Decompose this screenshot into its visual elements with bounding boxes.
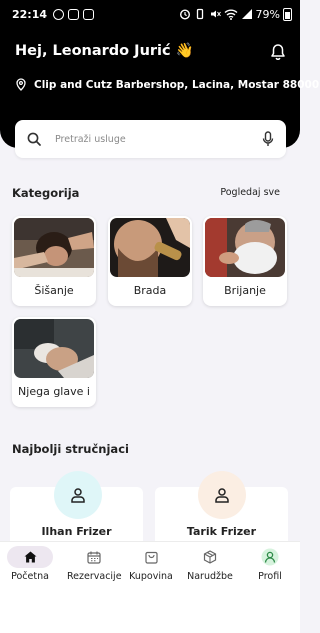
nav-label: Početna xyxy=(11,571,49,582)
battery-icon xyxy=(283,7,292,21)
mute-icon xyxy=(210,10,221,18)
profile-icon xyxy=(261,548,279,566)
nav-item-shopping[interactable]: Kupovina xyxy=(128,546,174,592)
expert-name: Tarik Frizer xyxy=(186,525,257,538)
nav-label: Narudžbe xyxy=(187,571,233,582)
nav-item-orders[interactable]: Narudžbe xyxy=(187,546,233,592)
avatar xyxy=(54,471,102,519)
category-card-scalp-care[interactable]: Njega glave i xyxy=(12,317,96,407)
wifi-icon xyxy=(224,9,238,20)
location-pin-icon xyxy=(16,78,26,91)
box-icon-wrap xyxy=(187,546,233,568)
location-row[interactable]: Clip and Cutz Barbershop, Lacina, Mostar… xyxy=(15,78,319,91)
category-card-shave[interactable]: Brijanje xyxy=(203,216,287,306)
beard-image xyxy=(110,218,190,277)
nav-label: Rezervacije xyxy=(67,571,122,582)
search-input[interactable] xyxy=(55,133,262,145)
notification-icon xyxy=(53,8,65,20)
category-card-haircut[interactable]: Šišanje xyxy=(12,216,96,306)
category-label: Brada xyxy=(133,284,167,297)
nav-item-reservations[interactable]: Rezervacije xyxy=(67,546,122,592)
profile-icon-wrap xyxy=(247,546,293,568)
category-label: Šišanje xyxy=(34,284,74,297)
experts-title: Najbolji stručnjaci xyxy=(12,442,129,456)
nav-label: Kupovina xyxy=(129,571,173,582)
category-label: Brijanje xyxy=(224,284,266,297)
person-icon xyxy=(215,488,229,503)
signal-icon xyxy=(241,9,252,19)
bottom-spacer xyxy=(0,597,300,633)
battery-percent: 79% xyxy=(255,7,280,21)
app-notification-icon xyxy=(68,8,80,20)
bell-icon[interactable] xyxy=(270,43,286,61)
search-bar[interactable] xyxy=(15,120,286,158)
haircut-image xyxy=(14,218,94,277)
shopping-bag-icon-wrap xyxy=(128,546,174,568)
location-text: Clip and Cutz Barbershop, Lacina, Mostar… xyxy=(34,78,320,91)
person-icon xyxy=(71,488,85,503)
microphone-icon[interactable] xyxy=(262,131,274,147)
status-bar: 22:14 79% xyxy=(12,6,292,22)
expert-name: Ilhan Frizer xyxy=(41,525,112,538)
bottom-nav: Početna Rezervacije Kupovina Narudžbe Pr… xyxy=(0,541,300,597)
home-icon xyxy=(24,551,36,563)
shopping-bag-icon xyxy=(144,551,158,564)
check-notification-icon xyxy=(83,8,95,20)
status-time: 22:14 xyxy=(12,7,48,21)
categories-title: Kategorija xyxy=(12,186,80,200)
box-icon xyxy=(203,550,217,564)
alarm-icon xyxy=(179,9,190,20)
category-card-beard[interactable]: Brada xyxy=(108,216,192,306)
shave-image xyxy=(205,218,285,277)
greeting-text: Hej, Leonardo Jurić 👋 xyxy=(15,43,194,59)
nav-item-profile[interactable]: Profil xyxy=(247,546,293,592)
home-icon-wrap xyxy=(7,546,53,568)
category-label: Njega glave i xyxy=(18,385,90,398)
calendar-icon-wrap xyxy=(71,546,117,568)
avatar xyxy=(198,471,246,519)
nav-label: Profil xyxy=(258,571,282,582)
see-all-link[interactable]: Pogledaj sve xyxy=(220,187,280,198)
search-icon xyxy=(27,132,41,146)
scalp-care-image xyxy=(14,319,94,378)
nav-item-home[interactable]: Početna xyxy=(7,546,53,592)
calendar-icon xyxy=(87,551,101,564)
vibrate-icon xyxy=(196,8,203,20)
